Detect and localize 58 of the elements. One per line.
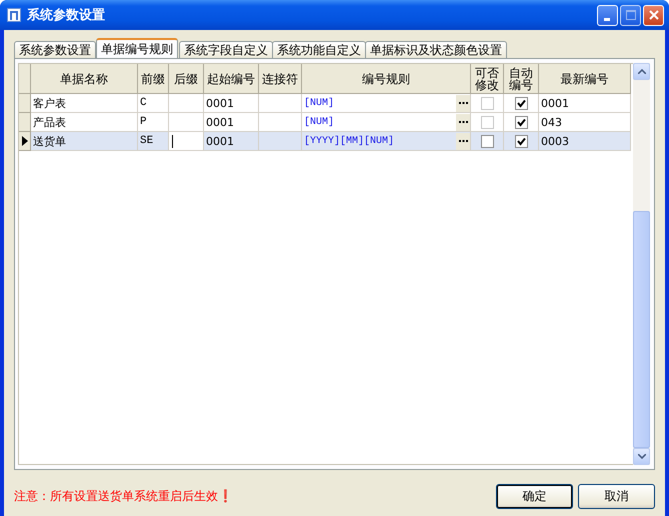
chevron-up-icon (638, 69, 646, 74)
table-cell: 送货单 (31, 132, 138, 151)
checkbox[interactable] (514, 134, 528, 148)
scroll-down-button[interactable] (633, 448, 650, 465)
minimize-button[interactable] (597, 4, 618, 26)
ellipsis-button[interactable] (456, 132, 470, 150)
checkbox[interactable] (480, 134, 494, 148)
column-header[interactable]: 编号规则 (302, 64, 471, 94)
tab[interactable]: 单据标识及状态颜色设置 (365, 41, 507, 58)
column-header[interactable]: 最新编号 (539, 64, 631, 94)
tab[interactable]: 系统功能自定义 (272, 41, 366, 58)
ok-button[interactable]: 确定 (496, 484, 573, 508)
column-header[interactable]: 单据名称 (31, 64, 138, 94)
checkbox[interactable] (480, 116, 494, 128)
checkbox[interactable] (480, 96, 494, 110)
tab[interactable]: 单据编号规则 (96, 38, 178, 58)
column-header[interactable]: 后缀 (169, 64, 204, 94)
ellipsis-icon (458, 120, 468, 124)
close-icon (648, 10, 658, 20)
tab[interactable]: 系统参数设置 (14, 41, 96, 58)
table-cell[interactable] (169, 94, 204, 113)
table-cell: [NUM] (304, 116, 334, 128)
scroll-up-button[interactable] (633, 63, 650, 80)
column-header[interactable]: 连接符 (259, 64, 302, 94)
vertical-scrollbar[interactable] (633, 63, 650, 465)
column-header[interactable]: 起始编号 (204, 64, 259, 94)
table-cell: 0001 (539, 94, 631, 113)
text-cursor (172, 134, 173, 148)
checkbox[interactable] (514, 116, 528, 128)
table-cell: [NUM] (304, 98, 334, 108)
maximize-button[interactable] (620, 4, 641, 26)
notice-text: 注意：所有设置送货单系统重启后生效❗ (14, 488, 234, 504)
table-cell: SE (138, 132, 169, 151)
chevron-down-icon (638, 454, 646, 459)
table-cell: [YYYY][MM][NUM] (304, 136, 394, 146)
ellipsis-button[interactable] (456, 94, 470, 112)
checkbox[interactable] (514, 96, 528, 110)
close-button[interactable] (643, 4, 664, 26)
table-cell: 0001 (204, 94, 259, 113)
current-row-icon (22, 136, 28, 146)
scroll-thumb[interactable] (633, 211, 650, 448)
column-header[interactable]: 前缀 (138, 64, 169, 94)
table-cell[interactable] (169, 132, 204, 151)
column-header[interactable]: 可否修改 (471, 64, 504, 94)
window-title: 系统参数设置 (27, 6, 106, 24)
cancel-button[interactable]: 取消 (578, 484, 655, 508)
table-cell: 0001 (204, 132, 259, 151)
column-header[interactable]: 自动编号 (504, 64, 539, 94)
row-header[interactable] (19, 132, 31, 151)
tab[interactable]: 系统字段自定义 (179, 41, 273, 58)
ellipsis-icon (458, 140, 468, 142)
table-cell: C (138, 94, 169, 113)
app-icon (7, 8, 21, 22)
ellipsis-button[interactable] (456, 114, 470, 130)
ellipsis-icon (458, 102, 468, 104)
table-cell: 0003 (539, 132, 631, 151)
table-cell: 客户表 (31, 94, 138, 113)
maximize-icon (626, 10, 636, 20)
